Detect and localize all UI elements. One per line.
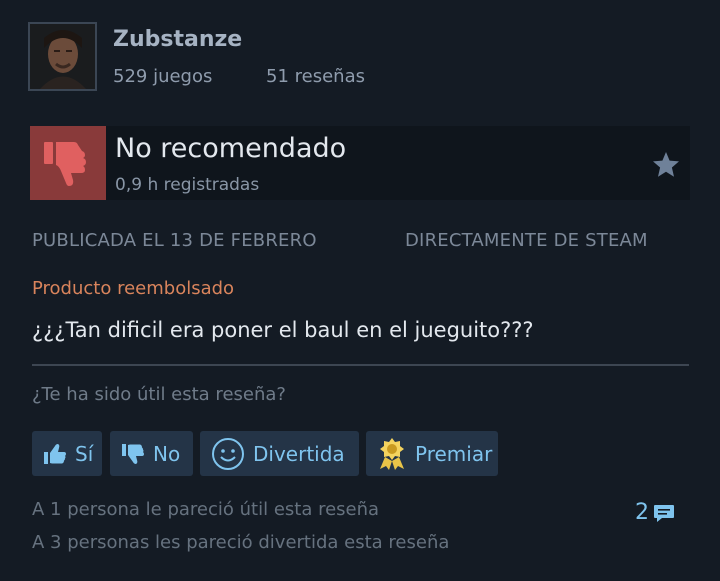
verdict-title: No recomendado [115,133,347,164]
posted-date: PUBLICADA EL 13 DE FEBRERO [32,230,317,251]
verdict-panel: No recomendado 0,9 h registradas [30,126,690,200]
divider [32,364,689,366]
review-source: DIRECTAMENTE DE STEAM [405,230,648,251]
comments-link[interactable]: 2 [635,500,675,525]
hours-played: 0,9 h registradas [115,175,260,195]
vote-funny-label: Divertida [253,441,345,466]
vote-no-button[interactable]: No [110,431,193,476]
verdict-icon-box [30,126,106,200]
award-icon [377,437,407,471]
funny-count-text: A 3 personas les pareció divertida esta … [32,532,450,553]
thumbs-down-icon [121,443,145,465]
avatar[interactable] [28,22,97,91]
review-text: ¿¿¿Tan dificil era poner el baul en el j… [32,318,534,342]
author-name[interactable]: Zubstanze [113,27,242,52]
award-button[interactable]: Premiar [366,431,498,476]
author-reviews-count[interactable]: 51 reseñas [266,66,365,87]
helpful-question: ¿Te ha sido útil esta reseña? [32,384,286,405]
comment-icon [653,502,675,524]
thumbs-up-icon [43,443,67,465]
thumbs-down-icon [44,142,86,186]
author-games-count[interactable]: 529 juegos [113,66,212,87]
helpful-count-text: A 1 persona le pareció útil esta reseña [32,499,380,520]
comments-count: 2 [635,500,649,525]
vote-yes-label: Sí [75,441,94,466]
star-icon[interactable] [651,150,681,180]
award-label: Premiar [415,441,493,466]
smiley-icon [211,437,245,471]
vote-yes-button[interactable]: Sí [32,431,102,476]
refund-status: Producto reembolsado [32,278,235,299]
review-card: Zubstanze 529 juegos 51 reseñas No recom… [0,0,720,581]
vote-funny-button[interactable]: Divertida [200,431,359,476]
vote-no-label: No [153,441,181,466]
